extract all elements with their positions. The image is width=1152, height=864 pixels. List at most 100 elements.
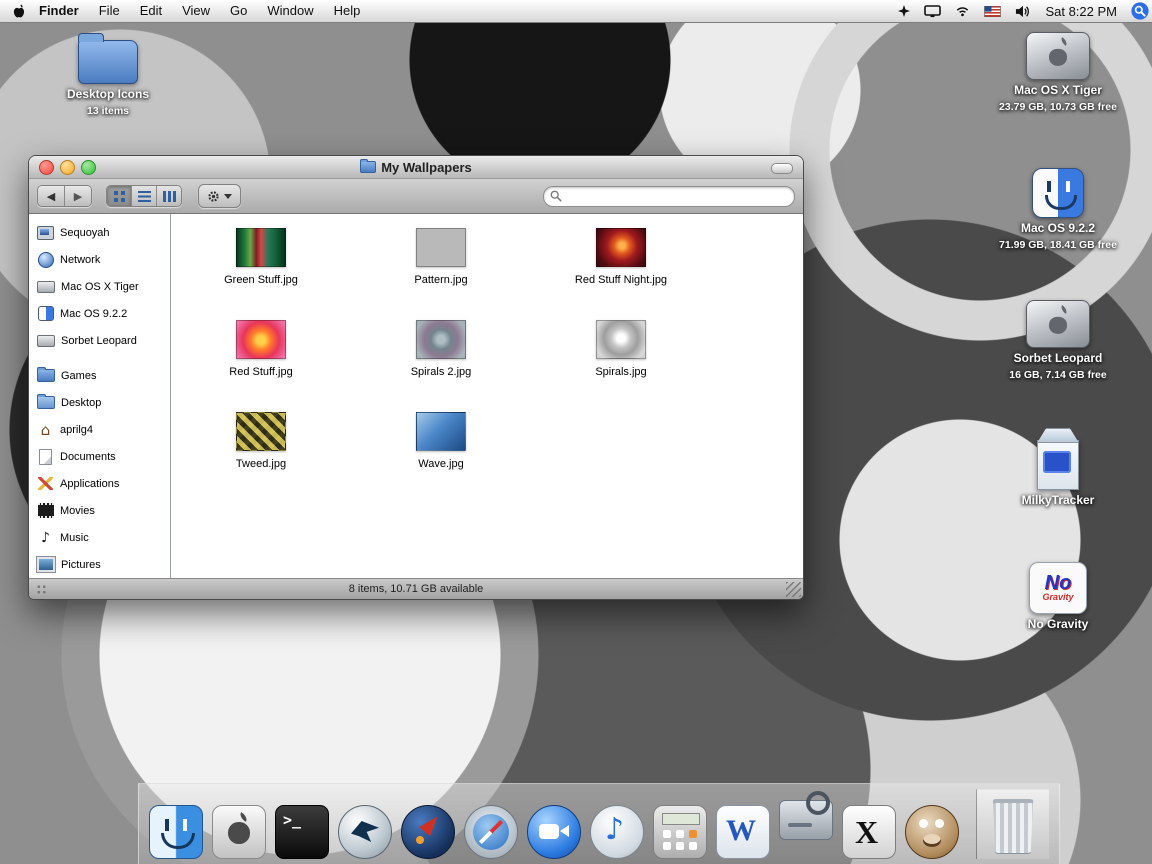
image-thumbnail xyxy=(596,228,646,267)
close-button[interactable] xyxy=(39,160,54,175)
dock: >_ ♪ W X xyxy=(138,783,1060,864)
volume-mac-os-x-tiger[interactable]: Mac OS X Tiger 23.79 GB, 10.73 GB free xyxy=(990,32,1126,113)
volume-icon[interactable] xyxy=(1008,5,1037,18)
os9-volume-icon xyxy=(1032,168,1084,218)
menu-view[interactable]: View xyxy=(172,0,220,22)
sidebar-divider xyxy=(29,354,170,362)
file-pattern[interactable]: Pattern.jpg xyxy=(351,228,531,320)
icon-view-glyph xyxy=(113,190,125,202)
search-icon xyxy=(550,190,562,202)
sidebar-item-music[interactable]: ♪ Music xyxy=(29,524,170,551)
milkytracker-icon xyxy=(1037,440,1079,490)
displays-icon[interactable] xyxy=(917,4,948,18)
zoom-button[interactable] xyxy=(81,160,96,175)
volume-mac-os-9[interactable]: Mac OS 9.2.2 71.99 GB, 18.41 GB free xyxy=(990,168,1126,251)
column-view-button[interactable] xyxy=(156,186,181,206)
menu-bar: Finder File Edit View Go Window Help Sat… xyxy=(0,0,1152,23)
dock-trash-section xyxy=(976,789,1049,859)
sidebar-item-home[interactable]: ⌂ aprilg4 xyxy=(29,416,170,443)
sidebar-item-desktop[interactable]: Desktop xyxy=(29,389,170,416)
ichat-icon[interactable] xyxy=(527,805,581,859)
sidebar-item-mac-os-9[interactable]: Mac OS 9.2.2 xyxy=(29,300,170,327)
itunes-icon[interactable]: ♪ xyxy=(590,805,644,859)
menu-help[interactable]: Help xyxy=(324,0,371,22)
app-no-gravity[interactable]: No Gravity No Gravity xyxy=(990,562,1126,632)
home-icon: ⌂ xyxy=(40,420,51,439)
file-red-stuff-night[interactable]: Red Stuff Night.jpg xyxy=(531,228,711,320)
trash-icon[interactable] xyxy=(992,799,1034,854)
sidebar-item-movies[interactable]: Movies xyxy=(29,497,170,524)
computer-icon xyxy=(37,225,54,241)
camino-icon[interactable] xyxy=(338,805,392,859)
folder-icon xyxy=(360,159,377,173)
action-menu-button[interactable] xyxy=(198,184,241,208)
pictures-icon xyxy=(36,556,56,573)
classic-mac-icon xyxy=(37,306,54,322)
sidebar-item-sorbet-leopard[interactable]: Sorbet Leopard xyxy=(29,327,170,354)
sidebar-item-pictures[interactable]: Pictures xyxy=(29,551,170,578)
app-menu-finder[interactable]: Finder xyxy=(33,0,89,22)
desktop: Finder File Edit View Go Window Help Sat… xyxy=(0,0,1152,864)
search-field[interactable] xyxy=(543,185,795,207)
disk-utility-icon[interactable] xyxy=(779,791,833,840)
search-input[interactable] xyxy=(566,189,788,203)
word-icon[interactable]: W xyxy=(716,805,770,859)
icon-view-button[interactable] xyxy=(107,186,131,206)
sidebar: Sequoyah Network Mac OS X Tiger Mac OS 9… xyxy=(29,214,171,578)
app-milkytracker[interactable]: MilkyTracker xyxy=(990,428,1126,508)
menu-file[interactable]: File xyxy=(89,0,130,22)
desktop-folder-count: 13 items xyxy=(86,105,130,117)
applications-icon xyxy=(37,476,54,492)
sparkle-icon[interactable] xyxy=(891,5,917,17)
file-red-stuff[interactable]: Red Stuff.jpg xyxy=(171,320,351,412)
safari-icon[interactable] xyxy=(464,805,518,859)
calculator-icon[interactable] xyxy=(653,805,707,859)
minimize-button[interactable] xyxy=(60,160,75,175)
file-wave[interactable]: Wave.jpg xyxy=(351,412,531,504)
apple-logo-icon xyxy=(13,4,25,17)
folder-icon xyxy=(78,33,138,84)
title-bar[interactable]: My Wallpapers xyxy=(29,156,803,179)
sidebar-item-documents[interactable]: Documents xyxy=(29,443,170,470)
file-spirals-2[interactable]: Spirals 2.jpg xyxy=(351,320,531,412)
column-view-glyph xyxy=(162,190,176,202)
file-list-area: Green Stuff.jpg Pattern.jpg Red Stuff Ni… xyxy=(171,214,803,578)
chevron-down-icon xyxy=(224,193,232,199)
input-us-flag-icon[interactable] xyxy=(977,5,1008,17)
terminal-icon[interactable]: >_ xyxy=(275,805,329,859)
menu-go[interactable]: Go xyxy=(220,0,257,22)
spotlight-icon[interactable] xyxy=(1125,2,1152,20)
image-thumbnail xyxy=(596,320,646,359)
airport-icon[interactable] xyxy=(948,5,977,17)
toolbar-toggle-pill[interactable] xyxy=(771,163,793,174)
apple-box-icon[interactable] xyxy=(212,805,266,859)
apple-menu[interactable] xyxy=(0,4,33,19)
gear-icon xyxy=(208,190,219,202)
image-thumbnail xyxy=(416,412,466,451)
nav-buttons: ◀ ▶ xyxy=(37,185,92,207)
desktop-folder-icon xyxy=(37,394,55,411)
menu-edit[interactable]: Edit xyxy=(130,0,172,22)
file-green-stuff[interactable]: Green Stuff.jpg xyxy=(171,228,351,320)
sidebar-item-applications[interactable]: Applications xyxy=(29,470,170,497)
list-view-button[interactable] xyxy=(131,186,156,206)
file-tweed[interactable]: Tweed.jpg xyxy=(171,412,351,504)
resize-grip[interactable] xyxy=(786,582,801,597)
menu-window[interactable]: Window xyxy=(257,0,323,22)
image-thumbnail xyxy=(236,320,286,359)
sidebar-item-sequoyah[interactable]: Sequoyah xyxy=(29,219,170,246)
gimp-icon[interactable] xyxy=(905,805,959,859)
sidebar-item-network[interactable]: Network xyxy=(29,246,170,273)
file-spirals[interactable]: Spirals.jpg xyxy=(531,320,711,412)
mozilla-icon[interactable] xyxy=(401,805,455,859)
sidebar-item-mac-os-x-tiger[interactable]: Mac OS X Tiger xyxy=(29,273,170,300)
finder-icon[interactable] xyxy=(149,805,203,859)
network-globe-icon xyxy=(37,251,54,268)
desktop-icons-folder[interactable]: Desktop Icons 13 items xyxy=(56,30,160,117)
back-button[interactable]: ◀ xyxy=(38,186,64,206)
forward-button[interactable]: ▶ xyxy=(64,186,91,206)
sidebar-item-games[interactable]: Games xyxy=(29,362,170,389)
volume-sorbet-leopard[interactable]: Sorbet Leopard 16 GB, 7.14 GB free xyxy=(990,300,1126,381)
x11-icon[interactable]: X xyxy=(842,805,896,859)
menu-bar-clock[interactable]: Sat 8:22 PM xyxy=(1037,4,1125,19)
